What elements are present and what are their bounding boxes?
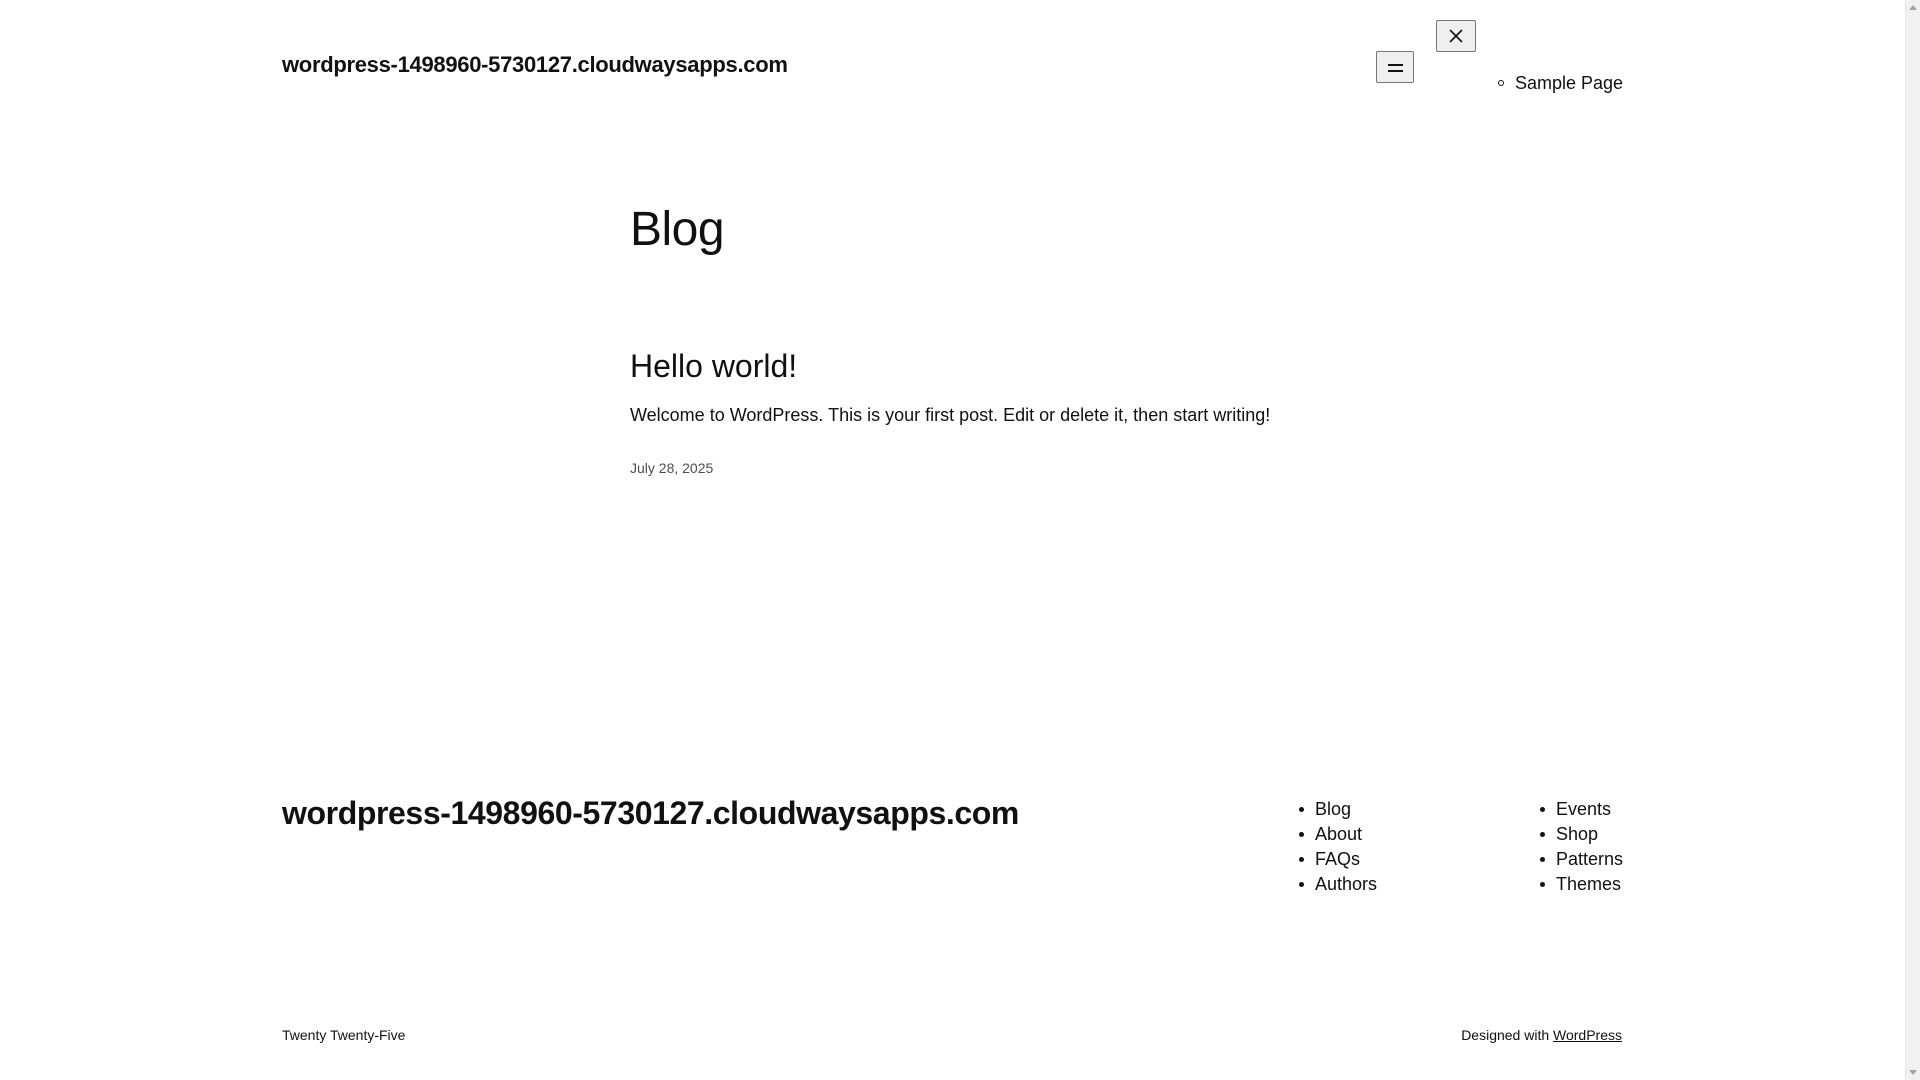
footer-link-faqs[interactable]: FAQs bbox=[1315, 849, 1360, 869]
hamburger-icon bbox=[1388, 64, 1403, 66]
header-navigation: Sample Page bbox=[1498, 72, 1623, 94]
footer-link-authors[interactable]: Authors bbox=[1315, 874, 1377, 894]
footer-nav-item: Authors bbox=[1299, 872, 1377, 897]
footer-link-about[interactable]: About bbox=[1315, 824, 1362, 844]
designed-with-credit: Designed with WordPress bbox=[1461, 1027, 1622, 1043]
footer-link-events[interactable]: Events bbox=[1556, 799, 1611, 819]
footer-nav-item: Themes bbox=[1540, 872, 1623, 897]
menu-open-button[interactable] bbox=[1376, 51, 1414, 83]
header-nav-item-sample-page: Sample Page bbox=[1498, 72, 1623, 94]
site-title-link[interactable]: wordpress-1498960-5730127.cloudwaysapps.… bbox=[282, 52, 788, 78]
scroll-down-arrow-icon[interactable] bbox=[1909, 1070, 1917, 1075]
footer-nav-column-1: Blog About FAQs Authors bbox=[1299, 797, 1377, 897]
footer-nav-column-2: Events Shop Patterns Themes bbox=[1540, 797, 1623, 897]
list-bullet-icon bbox=[1498, 80, 1504, 86]
list-bullet-icon bbox=[1540, 882, 1545, 887]
list-bullet-icon bbox=[1299, 882, 1304, 887]
footer-nav-item: FAQs bbox=[1299, 847, 1377, 872]
list-bullet-icon bbox=[1299, 832, 1304, 837]
close-icon bbox=[1449, 29, 1463, 43]
list-bullet-icon bbox=[1540, 857, 1545, 862]
list-bullet-icon bbox=[1540, 807, 1545, 812]
footer-nav-item: Shop bbox=[1540, 822, 1623, 847]
page-title: Blog bbox=[630, 203, 725, 256]
footer-nav-item: Events bbox=[1540, 797, 1623, 822]
post-date: July 28, 2025 bbox=[630, 460, 714, 476]
footer-nav-item: About bbox=[1299, 822, 1377, 847]
list-bullet-icon bbox=[1299, 807, 1304, 812]
theme-credit: Twenty Twenty-Five bbox=[282, 1027, 406, 1043]
menu-close-button[interactable] bbox=[1436, 20, 1476, 52]
footer-link-shop[interactable]: Shop bbox=[1556, 824, 1598, 844]
footer-nav-item: Blog bbox=[1299, 797, 1377, 822]
scroll-up-arrow-icon[interactable] bbox=[1909, 5, 1917, 10]
post-excerpt: Welcome to WordPress. This is your first… bbox=[630, 405, 1271, 425]
footer-site-title-link[interactable]: wordpress-1498960-5730127.cloudwaysapps.… bbox=[282, 795, 1019, 832]
wordpress-link[interactable]: WordPress bbox=[1553, 1027, 1622, 1043]
sample-page-link[interactable]: Sample Page bbox=[1515, 73, 1623, 93]
designed-with-prefix: Designed with bbox=[1461, 1027, 1550, 1043]
footer-link-patterns[interactable]: Patterns bbox=[1556, 849, 1623, 869]
footer-nav-item: Patterns bbox=[1540, 847, 1623, 872]
footer-link-blog[interactable]: Blog bbox=[1315, 799, 1351, 819]
hamburger-icon-bar bbox=[1388, 70, 1403, 72]
page: wordpress-1498960-5730127.cloudwaysapps.… bbox=[0, 0, 1920, 1080]
list-bullet-icon bbox=[1299, 857, 1304, 862]
vertical-scrollbar[interactable] bbox=[1905, 0, 1920, 1080]
list-bullet-icon bbox=[1540, 832, 1545, 837]
post-title-link[interactable]: Hello world! bbox=[630, 348, 797, 385]
footer-link-themes[interactable]: Themes bbox=[1556, 874, 1621, 894]
